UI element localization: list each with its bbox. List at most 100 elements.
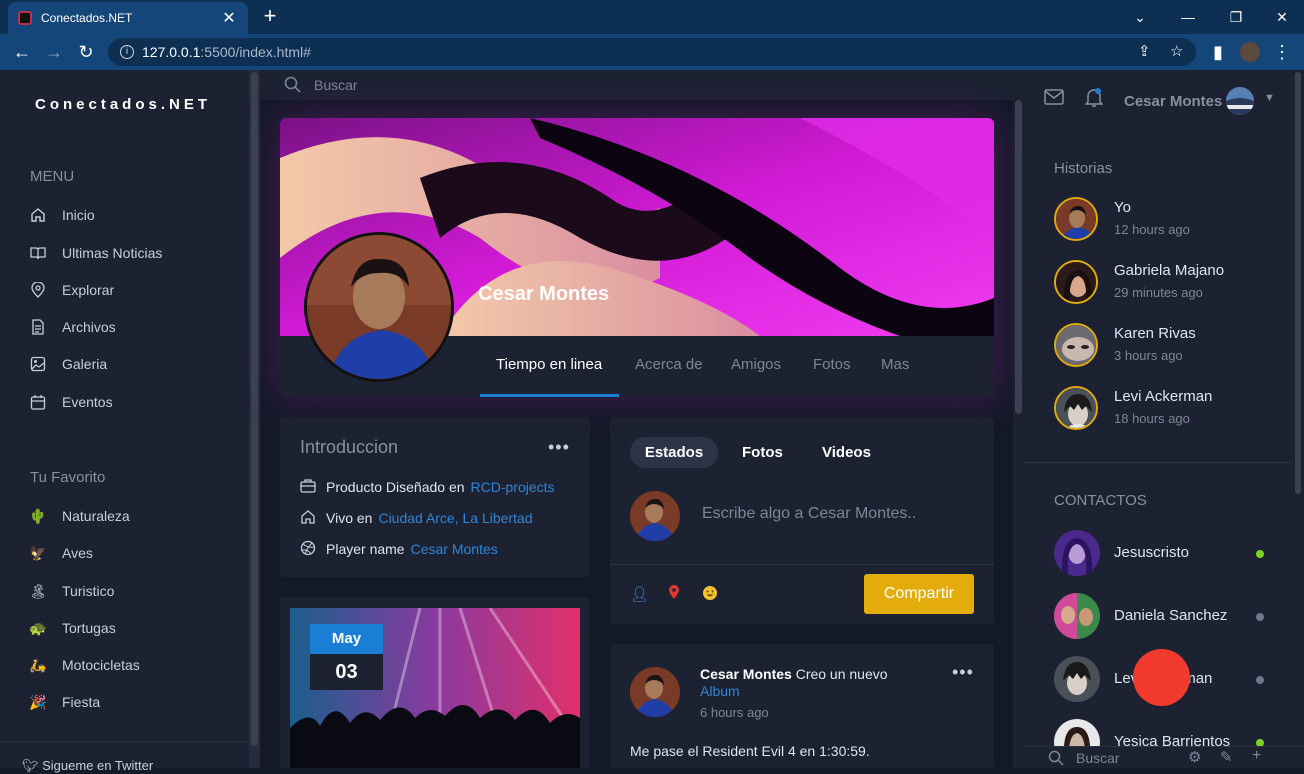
tab-search-icon[interactable]: ⌄ — [1116, 0, 1164, 34]
sidebar-item-archivos[interactable]: Archivos — [30, 315, 116, 339]
sidebar-item-fiesta[interactable]: 🎉 Fiesta — [29, 690, 100, 714]
status-badge — [1256, 613, 1264, 621]
book-icon — [30, 245, 46, 261]
emoji-icon[interactable] — [702, 585, 718, 606]
intro-work-label: Producto Diseñado en — [326, 479, 465, 495]
sidebar-scrollbar[interactable] — [249, 70, 260, 768]
search-icon — [1048, 750, 1064, 766]
restore-button[interactable]: ❐ — [1212, 0, 1260, 34]
tab-tiempo-en-linea[interactable]: Tiempo en linea — [496, 356, 602, 373]
composer-tab-videos[interactable]: Videos — [822, 444, 871, 461]
tab-fotos[interactable]: Fotos — [813, 356, 851, 373]
story-name: Yo — [1114, 199, 1131, 216]
post-text: Me pase el Resident Evil 4 en 1:30:59. — [630, 743, 870, 759]
sidebar-item-inicio[interactable]: Inicio — [30, 203, 95, 227]
event-date: May 03 — [310, 624, 383, 690]
intro-more-icon[interactable]: ••• — [548, 437, 570, 458]
close-window-button[interactable]: ✕ — [1258, 0, 1304, 34]
search-input[interactable]: Buscar — [314, 77, 358, 93]
add-icon[interactable]: + — [1252, 747, 1261, 765]
forward-arrow-icon[interactable]: → — [40, 38, 68, 66]
sidebar-item-explorar[interactable]: Explorar — [30, 278, 114, 302]
site-info-icon[interactable]: i — [120, 45, 134, 59]
new-tab-button[interactable]: + — [258, 4, 282, 28]
tab-amigos[interactable]: Amigos — [731, 356, 781, 373]
sidebar-item-label: Tortugas — [62, 620, 116, 636]
bookmark-star-icon[interactable]: ☆ — [1170, 38, 1183, 66]
sidebar-item-turistico[interactable]: 🏝 Turistico — [29, 579, 115, 603]
browser-tab[interactable]: Conectados.NET ✕ — [8, 2, 248, 34]
mail-icon[interactable] — [1044, 89, 1064, 110]
address-bar[interactable]: i 127.0.0.1:5500/index.html# ⇪ ☆ — [108, 38, 1196, 66]
tab-close-icon[interactable]: ✕ — [220, 8, 238, 28]
contact-avatar — [1054, 656, 1100, 702]
search-icon — [284, 76, 301, 93]
sidebar-item-ultimas-noticias[interactable]: Ultimas Noticias — [30, 241, 162, 265]
story-time: 12 hours ago — [1114, 222, 1190, 237]
site-logo[interactable]: Conectados.NET — [35, 96, 211, 113]
post-album-link[interactable]: Album — [700, 683, 740, 699]
tab-mas[interactable]: Mas — [881, 356, 909, 373]
user-menu-chevron-down-icon[interactable]: ▼ — [1264, 92, 1275, 104]
intro-home-link[interactable]: Ciudad Arce, La Libertad — [378, 510, 532, 526]
contact-avatar — [1054, 530, 1100, 576]
share-button[interactable]: Compartir — [864, 574, 974, 614]
story-name: Levi Ackerman — [1114, 388, 1213, 405]
profile-avatar[interactable] — [1236, 38, 1264, 66]
side-panel-icon[interactable]: ▮ — [1204, 38, 1232, 66]
post-author-avatar[interactable] — [630, 667, 680, 717]
gear-icon[interactable]: ⚙ — [1188, 748, 1201, 766]
twitter-icon: 🐦︎ — [22, 758, 43, 773]
post-author[interactable]: Cesar Montes — [700, 666, 792, 682]
sidebar-item-naturaleza[interactable]: 🌵 Naturaleza — [29, 504, 129, 528]
tag-person-icon[interactable]: 👤︎ — [630, 585, 649, 603]
right-divider — [1024, 462, 1292, 463]
composer-tab-estados[interactable]: Estados — [630, 437, 718, 468]
status-badge — [1256, 676, 1264, 684]
sidebar-item-label: Turistico — [62, 583, 115, 599]
intro-work-link[interactable]: RCD-projects — [471, 479, 555, 495]
intro-player-link[interactable]: Cesar Montes — [411, 541, 498, 557]
post-action: Creo un nuevo — [791, 666, 888, 682]
sidebar-item-label: Eventos — [62, 394, 113, 410]
header-avatar[interactable] — [1226, 87, 1254, 115]
location-pin-icon[interactable] — [668, 584, 680, 605]
home-icon — [300, 509, 316, 528]
sidebar-item-eventos[interactable]: Eventos — [30, 390, 113, 414]
contact-item[interactable]: Jesuscristo — [1054, 530, 1266, 576]
composer-input[interactable]: Escribe algo a Cesar Montes.. — [702, 505, 916, 523]
intro-row-player: Player name Cesar Montes — [300, 539, 498, 559]
intro-title: Introduccion — [300, 437, 399, 457]
minimize-button[interactable]: — — [1164, 0, 1212, 34]
top-search[interactable]: Buscar — [260, 70, 1024, 100]
party-popper-icon: 🎉 — [29, 693, 47, 710]
overlay-dot-indicator — [1133, 649, 1190, 706]
chat-search-input[interactable]: Buscar — [1076, 750, 1120, 766]
island-icon: 🏝 — [29, 582, 47, 599]
header-username[interactable]: Cesar Montes — [1124, 93, 1222, 110]
story-avatar — [1054, 386, 1098, 430]
main-scrollbar[interactable] — [1013, 100, 1024, 768]
favorites-section-title: Tu Favorito — [30, 469, 106, 486]
tab-acerca-de[interactable]: Acerca de — [635, 356, 703, 373]
composer-tab-fotos[interactable]: Fotos — [742, 444, 783, 461]
right-scrollbar[interactable] — [1292, 70, 1304, 768]
sidebar-item-galeria[interactable]: Galeria — [30, 352, 107, 376]
scooter-icon: 🛵 — [29, 656, 47, 673]
profile-avatar-large[interactable] — [304, 232, 454, 382]
back-arrow-icon[interactable]: ← — [8, 38, 36, 66]
profile-photo — [307, 235, 451, 379]
notification-bell-icon[interactable] — [1084, 88, 1104, 113]
sidebar-item-tortugas[interactable]: 🐢 Tortugas — [29, 616, 116, 640]
sidebar-item-motocicletas[interactable]: 🛵 Motocicletas — [29, 653, 140, 677]
reload-icon[interactable]: ↻ — [72, 38, 100, 66]
contacts-title: CONTACTOS — [1054, 492, 1147, 509]
sidebar-item-aves[interactable]: 🦅 Aves — [29, 541, 93, 565]
pencil-icon[interactable]: ✎ — [1220, 748, 1233, 766]
chat-search-bar: Buscar ⚙ ✎ + — [1024, 746, 1304, 768]
browser-menu-icon[interactable]: ⋮ — [1268, 38, 1296, 66]
contact-item[interactable]: Daniela Sanchez — [1054, 593, 1266, 639]
share-icon[interactable]: ⇪ — [1138, 38, 1151, 66]
twitter-link[interactable]: 🐦︎ Sigueme en Twitter — [0, 741, 249, 774]
post-more-icon[interactable]: ••• — [952, 662, 974, 683]
